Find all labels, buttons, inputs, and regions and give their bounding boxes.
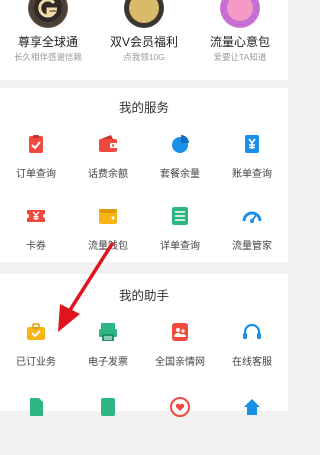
annotation-arrow (58, 242, 114, 332)
